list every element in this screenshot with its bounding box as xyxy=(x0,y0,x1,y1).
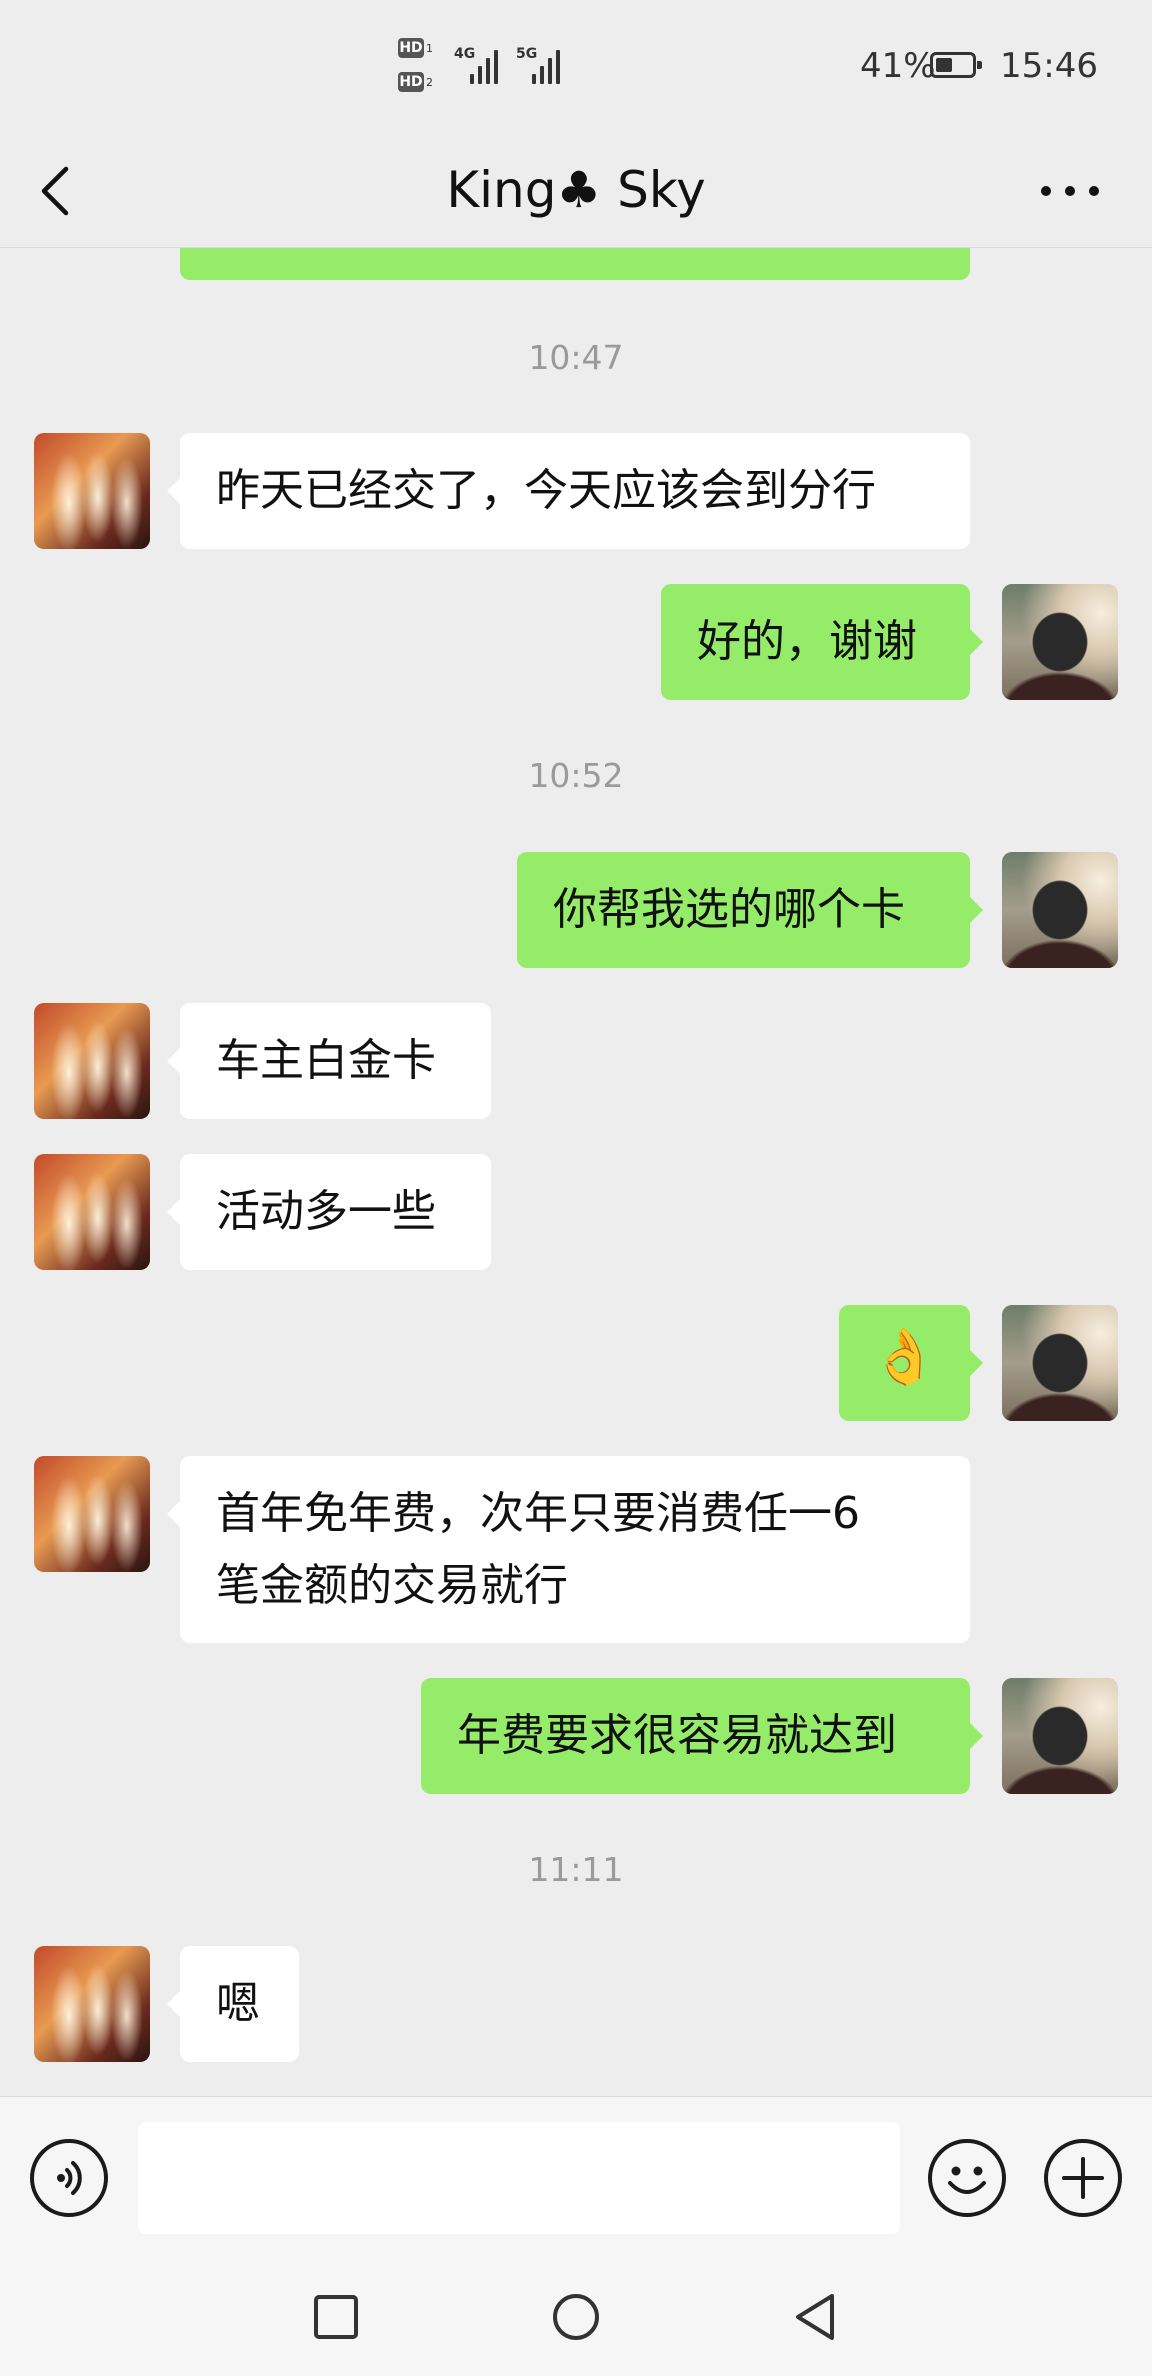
message-list[interactable]: 10:47 昨天已经交了，今天应该会到分行 好的，谢谢 10:52 你帮我选的哪… xyxy=(0,248,1152,2095)
voice-button[interactable] xyxy=(30,2139,108,2217)
status-bar: HD 1 HD 2 4G 5G 41% 15:46 xyxy=(0,0,1152,135)
message-bubble-incoming[interactable]: 首年免年费，次年只要消费任一6 笔金额的交易就行 xyxy=(167,1456,970,1643)
plus-button[interactable] xyxy=(1044,2139,1122,2217)
self-avatar[interactable] xyxy=(1002,1678,1118,1794)
home-button[interactable] xyxy=(551,2292,601,2342)
timestamp: 10:52 xyxy=(528,756,624,795)
hd2-badge: HD xyxy=(398,72,424,92)
message-bubble-incoming[interactable]: 昨天已经交了，今天应该会到分行 xyxy=(167,433,970,549)
message-line: 笔金额的交易就行 xyxy=(216,1560,568,1611)
hd2-sub: 2 xyxy=(426,76,433,89)
signal1-icon xyxy=(470,38,506,84)
timestamp: 11:11 xyxy=(528,1850,624,1889)
system-navigation-bar xyxy=(0,2256,1152,2376)
message-bubble-incoming[interactable]: 嗯 xyxy=(167,1946,299,2062)
contact-avatar[interactable] xyxy=(34,1946,150,2062)
network-indicators: HD 1 HD 2 4G 5G xyxy=(398,38,573,98)
recents-button[interactable] xyxy=(313,2294,359,2340)
plus-icon xyxy=(1062,2157,1104,2199)
hd1-badge: HD xyxy=(398,38,424,58)
input-bar xyxy=(0,2096,1152,2257)
clock: 15:46 xyxy=(1000,46,1098,86)
contact-avatar[interactable] xyxy=(34,1154,150,1270)
contact-avatar[interactable] xyxy=(34,1003,150,1119)
message-bubble-outgoing-emoji[interactable]: 👌 xyxy=(839,1305,983,1421)
square-icon xyxy=(314,2295,358,2339)
triangle-back-icon xyxy=(796,2294,834,2340)
circle-icon xyxy=(553,2294,599,2340)
more-horizontal-icon xyxy=(1041,186,1099,196)
message-bubble-outgoing[interactable]: 好的，谢谢 xyxy=(661,584,983,700)
message-bubble-incoming[interactable]: 车主白金卡 xyxy=(167,1003,491,1119)
message-bubble-outgoing[interactable]: 年费要求很容易就达到 xyxy=(421,1678,983,1794)
chat-title: King♣ Sky xyxy=(446,161,706,219)
smiley-icon xyxy=(948,2166,986,2194)
voice-icon xyxy=(57,2161,82,2195)
self-avatar[interactable] xyxy=(1002,584,1118,700)
self-avatar[interactable] xyxy=(1002,852,1118,968)
message-bubble-outgoing[interactable]: 你帮我选的哪个卡 xyxy=(517,852,983,968)
previous-message-bubble xyxy=(180,248,970,280)
contact-avatar[interactable] xyxy=(34,433,150,549)
battery-icon xyxy=(930,52,982,78)
system-back-button[interactable] xyxy=(792,2292,838,2342)
ok-hand-icon: 👌 xyxy=(870,1325,939,1388)
chat-header: King♣ Sky xyxy=(0,135,1152,248)
message-line: 首年免年费，次年只要消费任一6 xyxy=(216,1488,860,1539)
emoji-button[interactable] xyxy=(928,2139,1006,2217)
contact-avatar[interactable] xyxy=(34,1456,150,1572)
message-input[interactable] xyxy=(138,2122,900,2234)
timestamp: 10:47 xyxy=(528,338,624,377)
message-bubble-incoming[interactable]: 活动多一些 xyxy=(167,1154,491,1270)
signal2-icon xyxy=(532,38,568,84)
self-avatar[interactable] xyxy=(1002,1305,1118,1421)
more-button[interactable] xyxy=(1030,147,1110,227)
hd1-sub: 1 xyxy=(426,42,433,55)
battery-percent: 41% xyxy=(860,46,936,86)
